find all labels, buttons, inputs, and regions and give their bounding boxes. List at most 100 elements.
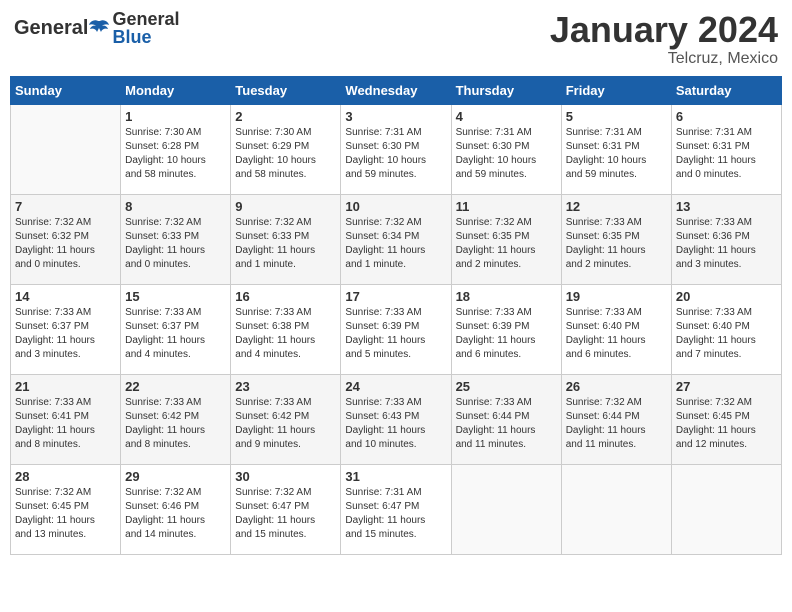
day-number: 3: [345, 109, 446, 124]
day-info: Sunrise: 7:32 AM Sunset: 6:44 PM Dayligh…: [566, 396, 667, 452]
day-info: Sunrise: 7:31 AM Sunset: 6:30 PM Dayligh…: [456, 126, 557, 182]
header-wednesday: Wednesday: [341, 76, 451, 104]
header-saturday: Saturday: [671, 76, 781, 104]
day-number: 10: [345, 199, 446, 214]
day-info: Sunrise: 7:32 AM Sunset: 6:33 PM Dayligh…: [125, 216, 226, 272]
calendar-week-row: 21 Sunrise: 7:33 AM Sunset: 6:41 PM Dayli…: [11, 374, 782, 464]
calendar-table: Sunday Monday Tuesday Wednesday Thursday…: [10, 76, 782, 555]
calendar-week-row: 28 Sunrise: 7:32 AM Sunset: 6:45 PM Dayli…: [11, 464, 782, 554]
calendar-week-row: 7 Sunrise: 7:32 AM Sunset: 6:32 PM Daylig…: [11, 194, 782, 284]
logo-text-top: General: [112, 10, 179, 28]
day-number: 25: [456, 379, 557, 394]
table-row: 4 Sunrise: 7:31 AM Sunset: 6:30 PM Daylig…: [451, 104, 561, 194]
table-row: 26 Sunrise: 7:32 AM Sunset: 6:44 PM Dayli…: [561, 374, 671, 464]
day-info: Sunrise: 7:30 AM Sunset: 6:28 PM Dayligh…: [125, 126, 226, 182]
table-row: [671, 464, 781, 554]
calendar-header-row: Sunday Monday Tuesday Wednesday Thursday…: [11, 76, 782, 104]
day-number: 7: [15, 199, 116, 214]
day-number: 9: [235, 199, 336, 214]
table-row: 25Sunrise: 7:33 AM Sunset: 6:44 PM Dayli…: [451, 374, 561, 464]
table-row: 19 Sunrise: 7:33 AM Sunset: 6:40 PM Dayli…: [561, 284, 671, 374]
calendar-week-row: 14 Sunrise: 7:33 AM Sunset: 6:37 PM Dayli…: [11, 284, 782, 374]
day-info: Sunrise: 7:32 AM Sunset: 6:34 PM Dayligh…: [345, 216, 446, 272]
day-number: 24: [345, 379, 446, 394]
day-number: 20: [676, 289, 777, 304]
day-number: 13: [676, 199, 777, 214]
day-number: 15: [125, 289, 226, 304]
table-row: 27 Sunrise: 7:32 AM Sunset: 6:45 PM Dayli…: [671, 374, 781, 464]
table-row: 12 Sunrise: 7:33 AM Sunset: 6:35 PM Dayli…: [561, 194, 671, 284]
logo-general: General: [14, 17, 88, 40]
day-number: 28: [15, 469, 116, 484]
day-number: 4: [456, 109, 557, 124]
day-info: Sunrise: 7:33 AM Sunset: 6:37 PM Dayligh…: [125, 306, 226, 362]
title-section: January 2024 Telcruz, Mexico: [550, 10, 778, 68]
day-info: Sunrise: 7:33 AM Sunset: 6:42 PM Dayligh…: [125, 396, 226, 452]
table-row: 3Sunrise: 7:31 AM Sunset: 6:30 PM Daylig…: [341, 104, 451, 194]
header-tuesday: Tuesday: [231, 76, 341, 104]
table-row: 29 Sunrise: 7:32 AM Sunset: 6:46 PM Dayli…: [121, 464, 231, 554]
table-row: 10 Sunrise: 7:32 AM Sunset: 6:34 PM Dayli…: [341, 194, 451, 284]
day-info: Sunrise: 7:32 AM Sunset: 6:33 PM Dayligh…: [235, 216, 336, 272]
table-row: [11, 104, 121, 194]
day-info: Sunrise: 7:33 AM Sunset: 6:36 PM Dayligh…: [676, 216, 777, 272]
day-info: Sunrise: 7:33 AM Sunset: 6:40 PM Dayligh…: [566, 306, 667, 362]
day-number: 14: [15, 289, 116, 304]
day-number: 1: [125, 109, 226, 124]
day-number: 26: [566, 379, 667, 394]
header-friday: Friday: [561, 76, 671, 104]
header-monday: Monday: [121, 76, 231, 104]
day-info: Sunrise: 7:33 AM Sunset: 6:41 PM Dayligh…: [15, 396, 116, 452]
day-info: Sunrise: 7:32 AM Sunset: 6:35 PM Dayligh…: [456, 216, 557, 272]
day-number: 31: [345, 469, 446, 484]
day-info: Sunrise: 7:33 AM Sunset: 6:35 PM Dayligh…: [566, 216, 667, 272]
day-info: Sunrise: 7:32 AM Sunset: 6:45 PM Dayligh…: [676, 396, 777, 452]
day-number: 2: [235, 109, 336, 124]
table-row: 17 Sunrise: 7:33 AM Sunset: 6:39 PM Dayli…: [341, 284, 451, 374]
day-number: 12: [566, 199, 667, 214]
header-sunday: Sunday: [11, 76, 121, 104]
day-info: Sunrise: 7:32 AM Sunset: 6:45 PM Dayligh…: [15, 486, 116, 542]
day-info: Sunrise: 7:32 AM Sunset: 6:32 PM Dayligh…: [15, 216, 116, 272]
table-row: 15 Sunrise: 7:33 AM Sunset: 6:37 PM Dayli…: [121, 284, 231, 374]
day-number: 30: [235, 469, 336, 484]
day-info: Sunrise: 7:30 AM Sunset: 6:29 PM Dayligh…: [235, 126, 336, 182]
day-number: 18: [456, 289, 557, 304]
day-info: Sunrise: 7:33 AM Sunset: 6:42 PM Dayligh…: [235, 396, 336, 452]
day-number: 23: [235, 379, 336, 394]
table-row: 13 Sunrise: 7:33 AM Sunset: 6:36 PM Dayli…: [671, 194, 781, 284]
table-row: 21 Sunrise: 7:33 AM Sunset: 6:41 PM Dayli…: [11, 374, 121, 464]
table-row: 20Sunrise: 7:33 AM Sunset: 6:40 PM Dayli…: [671, 284, 781, 374]
day-number: 27: [676, 379, 777, 394]
day-number: 29: [125, 469, 226, 484]
day-number: 16: [235, 289, 336, 304]
day-number: 11: [456, 199, 557, 214]
day-number: 17: [345, 289, 446, 304]
day-info: Sunrise: 7:33 AM Sunset: 6:39 PM Dayligh…: [345, 306, 446, 362]
location: Telcruz, Mexico: [550, 50, 778, 68]
table-row: [561, 464, 671, 554]
day-info: Sunrise: 7:31 AM Sunset: 6:31 PM Dayligh…: [566, 126, 667, 182]
day-info: Sunrise: 7:33 AM Sunset: 6:43 PM Dayligh…: [345, 396, 446, 452]
page-header: General General Blue January 2024 Telcru…: [10, 10, 782, 68]
table-row: 1 Sunrise: 7:30 AM Sunset: 6:28 PM Daylig…: [121, 104, 231, 194]
header-thursday: Thursday: [451, 76, 561, 104]
table-row: 18Sunrise: 7:33 AM Sunset: 6:39 PM Dayli…: [451, 284, 561, 374]
logo-bird-icon: [89, 17, 111, 39]
table-row: 14 Sunrise: 7:33 AM Sunset: 6:37 PM Dayli…: [11, 284, 121, 374]
day-number: 21: [15, 379, 116, 394]
logo: General General Blue: [14, 10, 180, 46]
day-number: 19: [566, 289, 667, 304]
day-info: Sunrise: 7:33 AM Sunset: 6:37 PM Dayligh…: [15, 306, 116, 362]
day-info: Sunrise: 7:32 AM Sunset: 6:46 PM Dayligh…: [125, 486, 226, 542]
day-info: Sunrise: 7:33 AM Sunset: 6:38 PM Dayligh…: [235, 306, 336, 362]
table-row: 8Sunrise: 7:32 AM Sunset: 6:33 PM Daylig…: [121, 194, 231, 284]
day-info: Sunrise: 7:32 AM Sunset: 6:47 PM Dayligh…: [235, 486, 336, 542]
table-row: 28 Sunrise: 7:32 AM Sunset: 6:45 PM Dayli…: [11, 464, 121, 554]
table-row: 5 Sunrise: 7:31 AM Sunset: 6:31 PM Daylig…: [561, 104, 671, 194]
day-info: Sunrise: 7:31 AM Sunset: 6:31 PM Dayligh…: [676, 126, 777, 182]
table-row: 7 Sunrise: 7:32 AM Sunset: 6:32 PM Daylig…: [11, 194, 121, 284]
table-row: [451, 464, 561, 554]
day-number: 5: [566, 109, 667, 124]
logo-text-bottom: Blue: [112, 28, 179, 46]
